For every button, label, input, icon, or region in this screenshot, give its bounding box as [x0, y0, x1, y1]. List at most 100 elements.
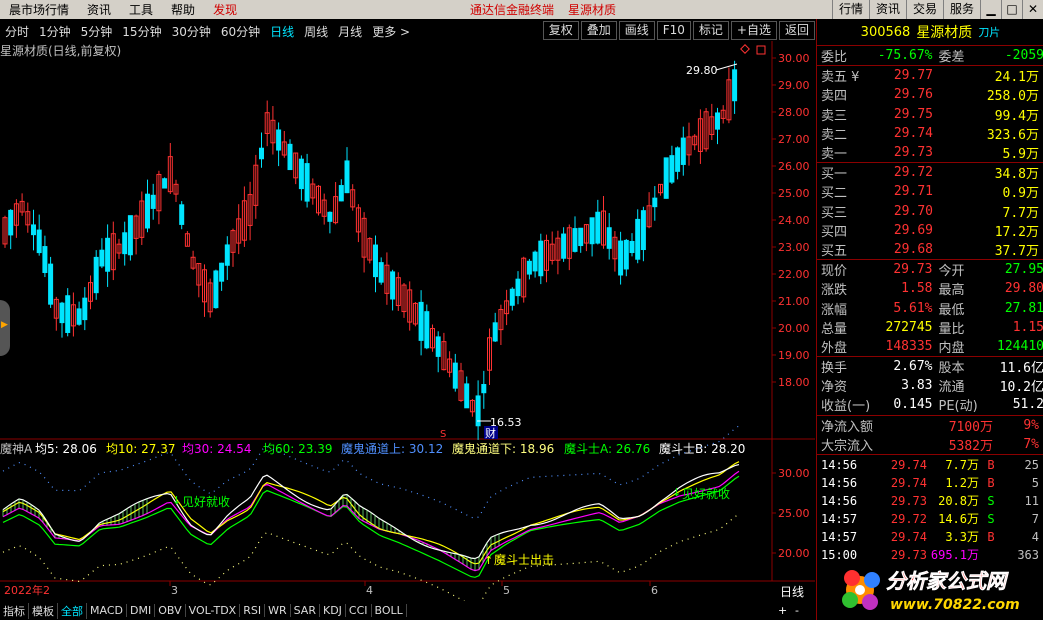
tick-list[interactable]: 14:56 29.74 7.7万 B 25 14:56 29.74 1.2万 B 5 14:56… — [817, 453, 1043, 564]
candle-body — [105, 237, 111, 272]
period-daily[interactable]: 日线 — [265, 23, 299, 40]
buy-1: 买一 29.72 34.8万 — [821, 165, 1039, 183]
candle-body — [464, 383, 470, 409]
tab-wr[interactable]: WR — [265, 604, 291, 617]
back-button[interactable]: 返回 — [778, 21, 815, 40]
fighter-arrow: ↑ — [484, 554, 493, 567]
info-button[interactable]: 资讯 — [868, 0, 906, 19]
concept-badge[interactable]: 刀片 — [978, 24, 1000, 40]
date-tick-may: 5 — [503, 584, 510, 597]
tab-rsi[interactable]: RSI — [240, 604, 266, 617]
period-weekly[interactable]: 周线 — [299, 23, 333, 40]
price-tick-label: 27.00 — [778, 133, 810, 146]
indicator-tick-label: 25.00 — [778, 507, 810, 520]
candle-body — [492, 322, 498, 342]
indicator-name: 魔神A — [0, 441, 33, 456]
candle-body — [629, 240, 635, 254]
menu-item-help[interactable]: 帮助 — [162, 1, 204, 18]
tab-obv[interactable]: OBV — [155, 604, 186, 617]
period-30min[interactable]: 30分钟 — [167, 23, 216, 40]
overlay-button[interactable]: 叠加 — [580, 21, 617, 40]
candle-body — [732, 69, 738, 102]
maximize-icon[interactable]: □ — [1001, 0, 1022, 19]
flow-row-2: 大宗流入 5382万 7% — [821, 436, 1039, 454]
date-tick-jun: 6 — [651, 584, 658, 597]
stock-name: 星源材质 — [916, 25, 973, 41]
tab-all[interactable]: 全部 — [58, 602, 87, 619]
fighter-label: 魔斗士出击 — [494, 552, 554, 567]
tab-macd[interactable]: MACD — [87, 604, 127, 617]
period-intraday[interactable]: 分时 — [0, 23, 34, 40]
candle-body — [509, 288, 515, 306]
kline-chart[interactable]: 星源材质(日线,前复权) 30.00 29.00 28.00 27.00 26.00 25… — [0, 41, 815, 601]
quote-button[interactable]: 行情 — [831, 0, 869, 19]
period-indicator: 日线 — [780, 585, 804, 599]
tab-sar[interactable]: SAR — [291, 604, 320, 617]
stat-row-1: 现价 29.73 今开 27.95 — [821, 262, 1043, 280]
price-tick-label: 21.00 — [778, 295, 810, 308]
adjust-button[interactable]: 复权 — [542, 21, 579, 40]
quote-panel: 300568 星源材质 刀片 委比 -75.67% 委差 -2059 卖五 ¥2… — [816, 19, 1043, 620]
tab-template[interactable]: 模板 — [29, 602, 58, 619]
price-tick-label: 24.00 — [778, 214, 810, 227]
candle-body — [669, 155, 675, 183]
candle-body — [373, 244, 378, 278]
ma30-value: 均30: 24.54 — [182, 442, 251, 456]
fund-row-3: 收益(一) 0.145 PE(动) 51.2 — [821, 397, 1043, 415]
tab-indicator[interactable]: 指标 — [0, 602, 29, 619]
tab-cci[interactable]: CCI — [346, 604, 372, 617]
app-title: 通达信金融终端 — [470, 3, 555, 17]
menu-item-discover[interactable]: 发现 — [204, 1, 246, 18]
menu-bar: 晨市场行情 资讯 工具 帮助 发现 通达信金融终端 星源材质 行情 资讯 交易 … — [0, 0, 1043, 19]
flow-row-1: 净流入额 7100万 9% — [821, 417, 1039, 435]
tab-dmi[interactable]: DMI — [127, 604, 156, 617]
f10-button[interactable]: F10 — [656, 21, 691, 40]
candle-body — [390, 271, 396, 300]
add-watchlist-button[interactable]: +自选 — [730, 21, 777, 40]
zoom-out-button[interactable]: - — [795, 604, 799, 617]
period-more[interactable]: 更多 > — [367, 23, 415, 40]
candle-body — [481, 384, 487, 394]
period-15min[interactable]: 15分钟 — [117, 23, 166, 40]
tick-row: 14:56 29.74 1.2万 B 5 — [821, 475, 1039, 491]
period-60min[interactable]: 60分钟 — [216, 23, 265, 40]
menu-item-tools[interactable]: 工具 — [120, 1, 162, 18]
candle-body — [65, 295, 71, 333]
fund-row-2: 净资 3.83 流通 10.2亿 — [821, 378, 1043, 396]
candle-body — [526, 260, 532, 275]
minimize-icon[interactable]: ▁ — [980, 0, 1001, 19]
mark-button[interactable]: 标记 — [692, 21, 729, 40]
menu-item-news[interactable]: 资讯 — [78, 1, 120, 18]
stat-row-5: 外盘 148335 内盘 124410 — [821, 338, 1043, 356]
collapse-handle[interactable]: ▶ — [0, 300, 10, 356]
price-tick-label: 28.00 — [778, 106, 810, 119]
tab-kdj[interactable]: KDJ — [320, 604, 346, 617]
candle-body — [561, 233, 567, 259]
candle-body — [82, 297, 88, 321]
candle-body — [635, 218, 641, 260]
menu-item-market[interactable]: 晨市场行情 — [0, 1, 78, 18]
draw-button[interactable]: 画线 — [618, 21, 655, 40]
zoom-in-button[interactable]: + — [778, 604, 787, 617]
take-profit-label-2: 见好就收 — [682, 487, 730, 501]
date-tick-apr: 4 — [366, 584, 373, 597]
stock-code: 300568 — [860, 24, 911, 40]
candle-body — [595, 211, 601, 244]
period-5min[interactable]: 5分钟 — [76, 23, 118, 40]
price-tick-label: 22.00 — [778, 268, 810, 281]
price-stats: 现价 29.73 今开 27.95 涨跌 1.58 最高 29.80 涨幅 5.61% 最低 27… — [817, 259, 1043, 356]
trade-button[interactable]: 交易 — [905, 0, 943, 19]
candle-body — [122, 232, 128, 255]
service-button[interactable]: 服务 — [942, 0, 980, 19]
tab-boll[interactable]: BOLL — [372, 604, 407, 617]
logo-text: 分析家公式网 — [886, 569, 1009, 593]
candle-body — [344, 160, 350, 194]
tab-vol-tdx[interactable]: VOL-TDX — [186, 604, 241, 617]
close-icon[interactable]: ✕ — [1022, 0, 1043, 19]
period-monthly[interactable]: 月线 — [333, 23, 367, 40]
candle-body — [127, 215, 133, 256]
period-1min[interactable]: 1分钟 — [34, 23, 76, 40]
s-mark: S — [440, 429, 446, 440]
cai-mark: 财 — [485, 426, 496, 440]
high-price-label: 29.80 — [686, 64, 718, 77]
